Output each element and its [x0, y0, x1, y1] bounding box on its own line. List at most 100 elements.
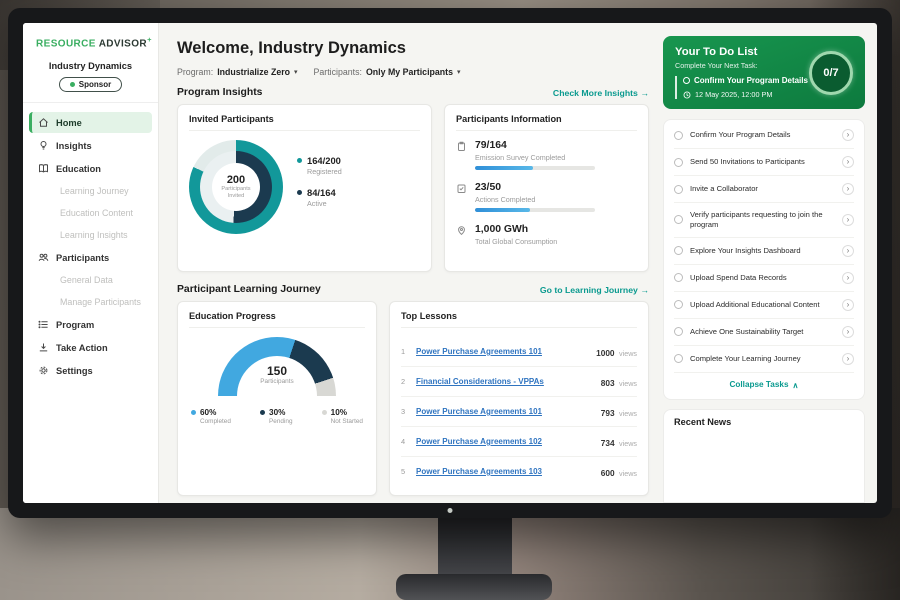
legend-value: 84/164 — [307, 187, 336, 198]
stat-value: 1,000 GWh — [475, 224, 557, 235]
task-checkbox[interactable] — [674, 246, 683, 255]
invited-participants-card: Invited Participants 200 Participants In… — [177, 104, 432, 272]
chevron-right-icon[interactable]: › — [842, 214, 854, 226]
sidebar-item-settings[interactable]: Settings — [29, 360, 152, 381]
sidebar-item-general-data[interactable]: General Data — [29, 270, 152, 290]
sidebar-item-label: Program — [56, 320, 94, 330]
task-label: Confirm Your Program Details — [690, 130, 835, 140]
monitor-stand — [438, 516, 512, 576]
clipboard-icon — [456, 141, 467, 152]
task-checkbox[interactable] — [674, 300, 683, 309]
lesson-rank: 5 — [401, 467, 409, 476]
filter-value: Industrialize Zero — [217, 67, 290, 77]
task-checkbox[interactable] — [674, 273, 683, 282]
task-label: Send 50 Invitations to Participants — [690, 157, 835, 167]
task-checkbox[interactable] — [674, 327, 683, 336]
task-row-upload-spend-data[interactable]: Upload Spend Data Records › — [674, 265, 854, 292]
gauge-center-value: 150 — [218, 364, 336, 378]
task-row-upload-educational-content[interactable]: Upload Additional Educational Content › — [674, 292, 854, 319]
program-filter-dropdown[interactable]: Program: Industrialize Zero ▾ — [177, 67, 298, 77]
legend-value: 164/200 — [307, 155, 341, 166]
sidebar-item-label: Manage Participants — [60, 297, 141, 307]
task-row-invite-collaborator[interactable]: Invite a Collaborator › — [674, 176, 854, 203]
lesson-link[interactable]: Power Purchase Agreements 101 — [416, 347, 589, 356]
stat-actions-completed: 23/50 Actions Completed — [456, 182, 637, 212]
chevron-right-icon[interactable]: › — [842, 156, 854, 168]
legend-item-completed: 60% Completed — [191, 408, 231, 425]
lesson-row: 3 Power Purchase Agreements 101 793 view… — [401, 397, 637, 427]
stat-label: Actions Completed — [475, 195, 595, 204]
legend-value: 10% — [331, 408, 347, 417]
checklist-icon — [456, 183, 467, 194]
todo-progress-ring: 0/7 — [809, 51, 853, 95]
app-logo: RESOURCE ADVISOR+ — [23, 23, 158, 49]
lesson-link[interactable]: Power Purchase Agreements 101 — [416, 407, 594, 416]
chevron-right-icon[interactable]: › — [842, 326, 854, 338]
lesson-row: 4 Power Purchase Agreements 102 734 view… — [401, 427, 637, 457]
sidebar-item-participants[interactable]: Participants — [29, 247, 152, 268]
sidebar-item-program[interactable]: Program — [29, 314, 152, 335]
check-more-insights-link[interactable]: Check More Insights → — [553, 88, 649, 98]
lesson-link[interactable]: Power Purchase Agreements 102 — [416, 437, 594, 446]
sidebar-item-home[interactable]: Home — [29, 112, 152, 133]
sidebar-item-education-content[interactable]: Education Content — [29, 203, 152, 223]
chevron-right-icon[interactable]: › — [842, 129, 854, 141]
task-label: Invite a Collaborator — [690, 184, 835, 194]
legend-dot-icon — [191, 410, 196, 415]
gauge-center-label: Participants — [218, 378, 336, 385]
chevron-right-icon[interactable]: › — [842, 272, 854, 284]
arrow-right-icon: → — [640, 285, 649, 295]
card-title: Education Progress — [189, 311, 365, 328]
task-row-verify-participants[interactable]: Verify participants requesting to join t… — [674, 203, 854, 238]
sidebar-item-take-action[interactable]: Take Action — [29, 337, 152, 358]
task-checkbox[interactable] — [674, 185, 683, 194]
go-to-learning-journey-link[interactable]: Go to Learning Journey → — [540, 285, 649, 295]
task-list-card: Confirm Your Program Details › Send 50 I… — [663, 119, 865, 400]
task-label: Explore Your Insights Dashboard — [690, 246, 835, 256]
sidebar-item-manage-participants[interactable]: Manage Participants — [29, 292, 152, 312]
collapse-tasks-button[interactable]: Collapse Tasks ∧ — [674, 373, 854, 397]
learning-journey-section-header: Participant Learning Journey Go to Learn… — [177, 284, 649, 295]
education-legend: 60% Completed 30% Pending — [189, 408, 365, 425]
chevron-right-icon[interactable]: › — [842, 245, 854, 257]
lesson-link[interactable]: Power Purchase Agreements 103 — [416, 467, 594, 476]
lesson-rank: 1 — [401, 347, 409, 356]
sidebar-item-learning-insights[interactable]: Learning Insights — [29, 225, 152, 245]
program-insights-cards: Invited Participants 200 Participants In… — [177, 104, 649, 272]
task-checkbox[interactable] — [674, 215, 683, 224]
task-checkbox[interactable] — [674, 158, 683, 167]
recent-news-header: Recent News — [663, 409, 865, 503]
arrow-right-icon: → — [640, 88, 649, 98]
legend-label: Pending — [269, 418, 292, 425]
participants-filter-dropdown[interactable]: Participants: Only My Participants ▾ — [314, 67, 461, 77]
task-row-achieve-target[interactable]: Achieve One Sustainability Target › — [674, 319, 854, 346]
todo-next-task[interactable]: Confirm Your Program Details 12 May 2025… — [675, 76, 815, 99]
education-gauge: 150 Participants — [218, 337, 336, 397]
card-title: Top Lessons — [401, 311, 637, 328]
sidebar-item-education[interactable]: Education — [29, 158, 152, 179]
task-row-complete-learning-journey[interactable]: Complete Your Learning Journey › — [674, 346, 854, 373]
chevron-right-icon[interactable]: › — [842, 353, 854, 365]
views-suffix: views — [619, 349, 637, 358]
task-label: Achieve One Sustainability Target — [690, 327, 835, 337]
task-checkbox[interactable] — [674, 354, 683, 363]
sidebar-divider — [23, 102, 158, 103]
stat-emission-survey: 79/164 Emission Survey Completed — [456, 140, 637, 170]
task-checkbox[interactable] — [674, 131, 683, 140]
task-row-confirm-program[interactable]: Confirm Your Program Details › — [674, 122, 854, 149]
sidebar-item-insights[interactable]: Insights — [29, 135, 152, 156]
lesson-link[interactable]: Financial Considerations - VPPAs — [416, 377, 594, 386]
lesson-views: 793 — [601, 408, 615, 418]
chevron-right-icon[interactable]: › — [842, 299, 854, 311]
task-row-explore-insights[interactable]: Explore Your Insights Dashboard › — [674, 238, 854, 265]
stat-label: Emission Survey Completed — [475, 153, 595, 162]
legend-item-registered: 164/200 Registered — [297, 155, 342, 176]
progress-bar — [475, 166, 595, 170]
sidebar-item-learning-journey[interactable]: Learning Journey — [29, 181, 152, 201]
location-pin-icon — [456, 225, 467, 236]
task-row-send-invitations[interactable]: Send 50 Invitations to Participants › — [674, 149, 854, 176]
sidebar-item-label: Insights — [56, 141, 92, 151]
sponsor-badge[interactable]: Sponsor — [59, 77, 122, 92]
chevron-right-icon[interactable]: › — [842, 183, 854, 195]
education-progress-card: Education Progress 150 Participants — [177, 301, 377, 496]
